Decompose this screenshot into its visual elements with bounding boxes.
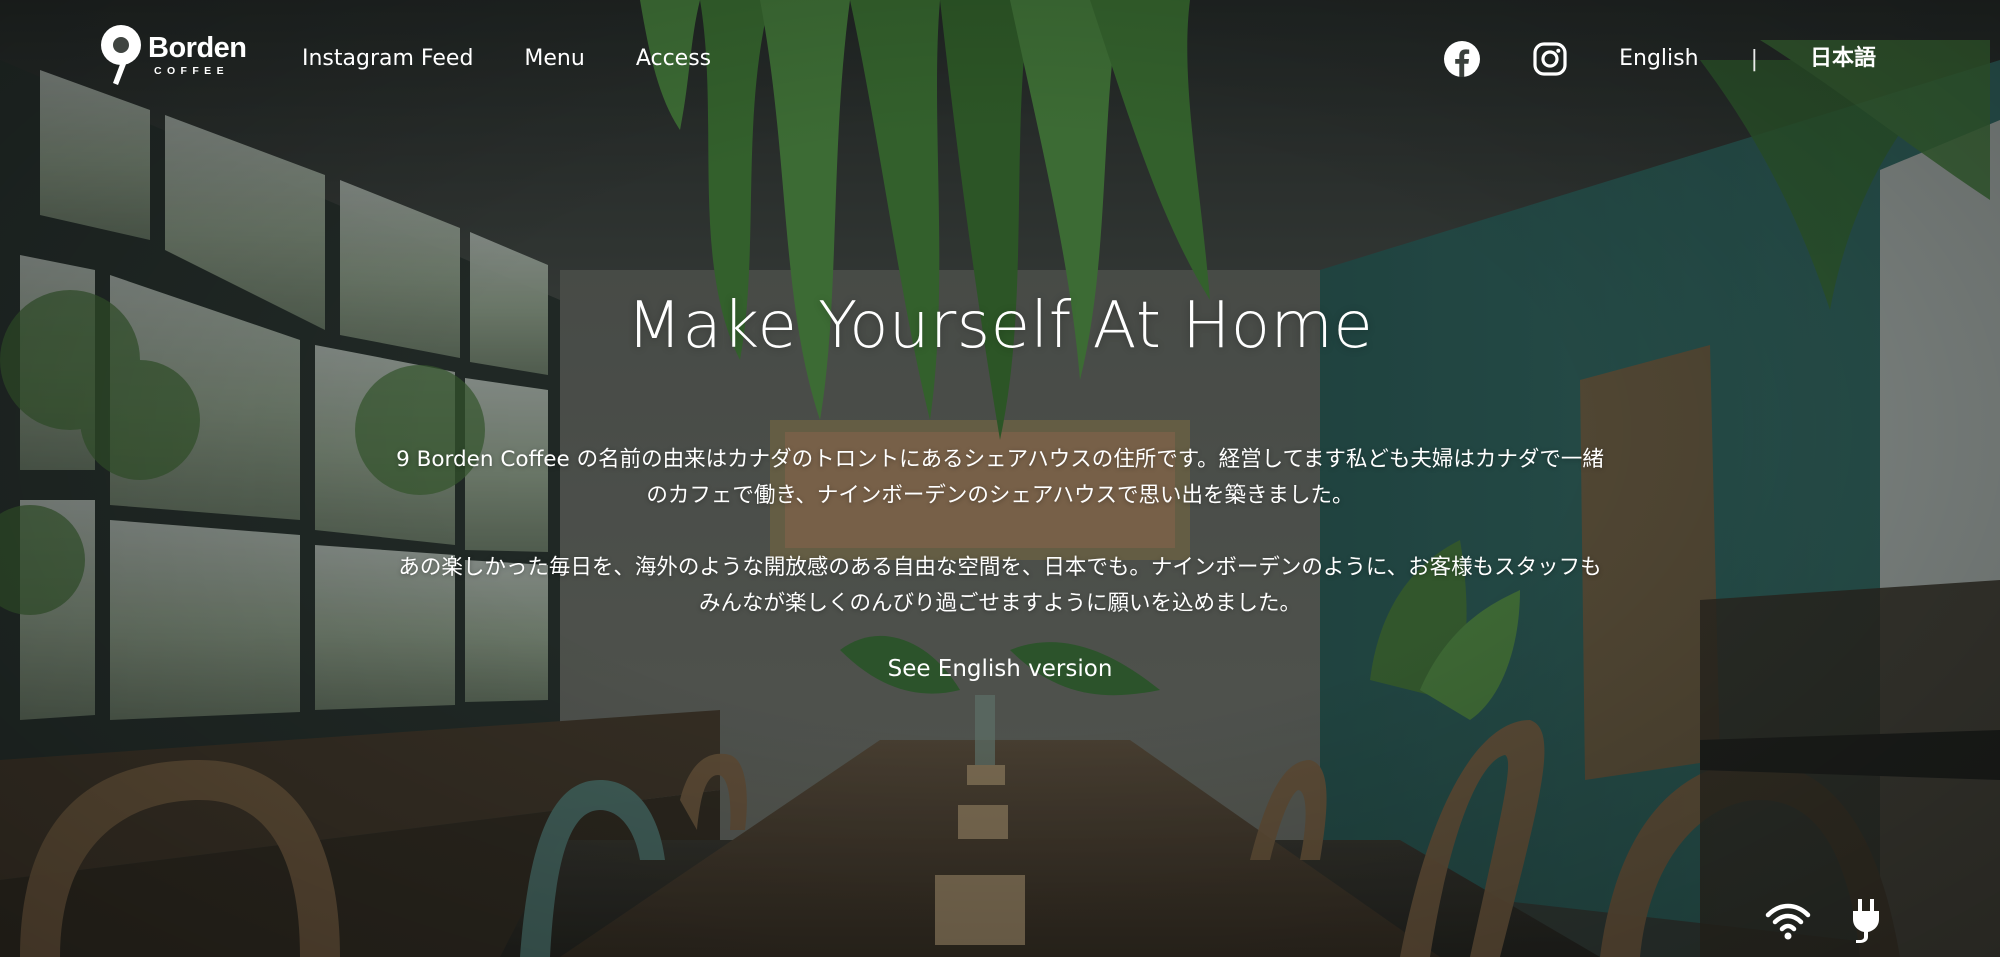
instagram-link[interactable]: [1531, 40, 1569, 78]
logo-link[interactable]: Borden COFFEE: [98, 22, 258, 88]
intro-paragraph-2: あの楽しかった毎日を、海外のような開放感のある自由な空間を、日本でも。ナインボー…: [280, 550, 1720, 622]
nav-right-group: English | 日本語: [1443, 38, 1876, 80]
top-navigation: Borden COFFEE Instagram Feed Menu Access: [0, 0, 2000, 120]
hero-section: Borden COFFEE Instagram Feed Menu Access: [0, 0, 2000, 957]
intro-paragraph-1-line-2: のカフェで働き、ナインボーデンのシェアハウスで思い出を築きました。: [646, 483, 1354, 508]
instagram-icon: [1533, 42, 1567, 76]
hero-headline: Make Yourself At Home: [626, 289, 1374, 363]
nav-link-access[interactable]: Access: [636, 42, 711, 76]
facebook-link[interactable]: [1443, 40, 1481, 78]
language-english[interactable]: English: [1619, 42, 1698, 76]
intro-paragraph-1: 9 Borden Coffee の名前の由来はカナダのトロントにあるシェアハウス…: [280, 442, 1720, 514]
logo-text: Borden COFFEE: [148, 31, 247, 77]
nav-link-menu[interactable]: Menu: [524, 42, 584, 76]
logo-subtitle: COFFEE: [154, 64, 229, 77]
amenity-icons: [1764, 897, 1890, 945]
facebook-icon: [1444, 41, 1481, 77]
intro-paragraph-1-line-1: 9 Borden Coffee の名前の由来はカナダのトロントにあるシェアハウス…: [396, 447, 1604, 472]
language-separator: |: [1750, 46, 1758, 72]
main-menu: Instagram Feed Menu Access: [302, 42, 762, 76]
see-english-version-link[interactable]: See English version: [888, 656, 1113, 682]
wifi-icon: [1765, 903, 1811, 940]
nav-link-instagram-feed[interactable]: Instagram Feed: [302, 42, 473, 76]
intro-paragraph-2-line-1: あの楽しかった毎日を、海外のような開放感のある自由な空間を、日本でも。ナインボー…: [398, 555, 1602, 580]
english-version-container: See English version: [0, 656, 2000, 682]
language-japanese[interactable]: 日本語: [1810, 42, 1876, 76]
intro-paragraph-2-line-2: みんなが楽しくのんびり過ごせますように願いを込めました。: [698, 591, 1301, 616]
logo-word: Borden: [148, 31, 247, 64]
logo-nine-icon: [101, 25, 141, 85]
power-plug-icon: [1853, 899, 1879, 943]
